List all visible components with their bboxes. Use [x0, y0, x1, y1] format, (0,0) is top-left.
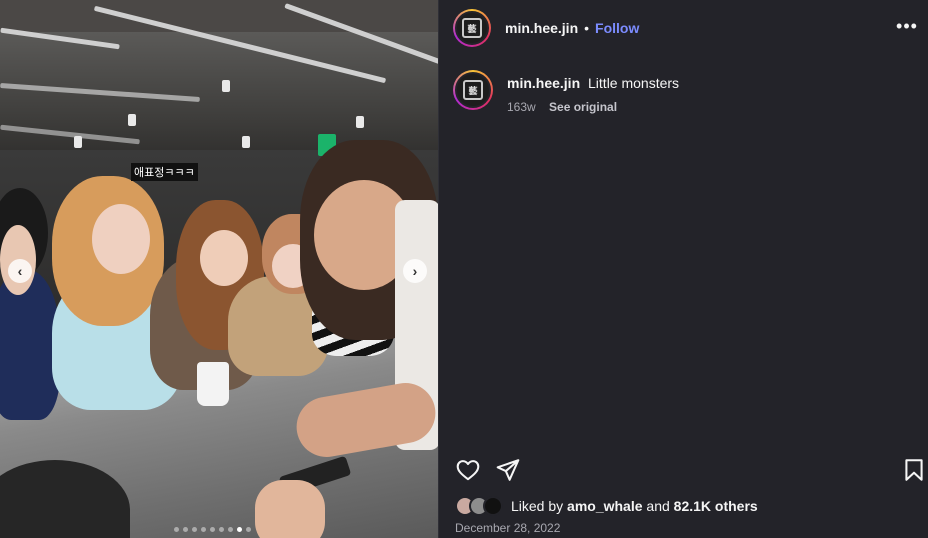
- caption-text: Little monsters: [588, 75, 680, 91]
- carousel-dot: [246, 527, 251, 532]
- send-icon: [496, 459, 520, 481]
- heart-icon: [456, 460, 480, 481]
- carousel-dot: [210, 527, 215, 532]
- carousel-dot: [237, 527, 242, 532]
- carousel-dot: [174, 527, 179, 532]
- post-photo: 애표정ㅋㅋㅋ: [0, 0, 438, 538]
- likes-prefix: Liked by: [511, 498, 564, 514]
- author-username[interactable]: min.hee.jin: [505, 20, 578, 36]
- liker-avatar: [483, 496, 503, 516]
- follow-button[interactable]: Follow: [595, 20, 639, 36]
- post-date[interactable]: December 28, 2022: [455, 521, 560, 535]
- like-button[interactable]: [455, 457, 481, 483]
- action-bar: [455, 457, 925, 483]
- caption-age[interactable]: 163w: [507, 100, 536, 114]
- caption-author-avatar[interactable]: 藝: [453, 70, 493, 110]
- chevron-right-icon: ›: [412, 263, 418, 279]
- post-header: 藝 min.hee.jin • Follow •••: [439, 0, 928, 56]
- likes-count[interactable]: 82.1K others: [674, 498, 758, 514]
- paper-cup: [197, 362, 229, 406]
- avatar-logo: 藝: [463, 80, 483, 100]
- liker-avatars[interactable]: [455, 496, 503, 516]
- see-original-link[interactable]: See original: [549, 100, 617, 114]
- carousel-dot: [192, 527, 197, 532]
- likes-summary: Liked by amo_whale and 82.1K others: [455, 496, 758, 516]
- chevron-left-icon: ‹: [17, 263, 23, 279]
- post-media[interactable]: 애표정ㅋㅋㅋ ‹ ›: [0, 0, 438, 538]
- likes-middle: and: [646, 498, 670, 514]
- more-horizontal-icon: •••: [896, 16, 918, 36]
- save-button[interactable]: [901, 457, 927, 483]
- carousel-dot: [228, 527, 233, 532]
- carousel-dot: [219, 527, 224, 532]
- carousel-dot: [201, 527, 206, 532]
- liker-username[interactable]: amo_whale: [567, 498, 642, 514]
- carousel-dot: [183, 527, 188, 532]
- post-info-panel: 藝 min.hee.jin • Follow ••• 藝 min.hee.jin…: [438, 0, 928, 538]
- avatar-logo: 藝: [462, 18, 482, 38]
- caption-username[interactable]: min.hee.jin: [507, 75, 580, 91]
- author-avatar[interactable]: 藝: [453, 9, 491, 47]
- post-caption: 藝 min.hee.jin Little monsters 163w See o…: [453, 70, 913, 114]
- bookmark-icon: [905, 459, 923, 481]
- more-options-button[interactable]: •••: [895, 16, 919, 36]
- carousel-indicator: [174, 527, 251, 532]
- share-button[interactable]: [495, 457, 521, 483]
- carousel-prev-button[interactable]: ‹: [8, 259, 32, 283]
- photo-overlay-caption: 애표정ㅋㅋㅋ: [131, 163, 198, 181]
- carousel-next-button[interactable]: ›: [403, 259, 427, 283]
- photo-top-strip: [0, 0, 438, 32]
- separator-dot: •: [584, 20, 590, 36]
